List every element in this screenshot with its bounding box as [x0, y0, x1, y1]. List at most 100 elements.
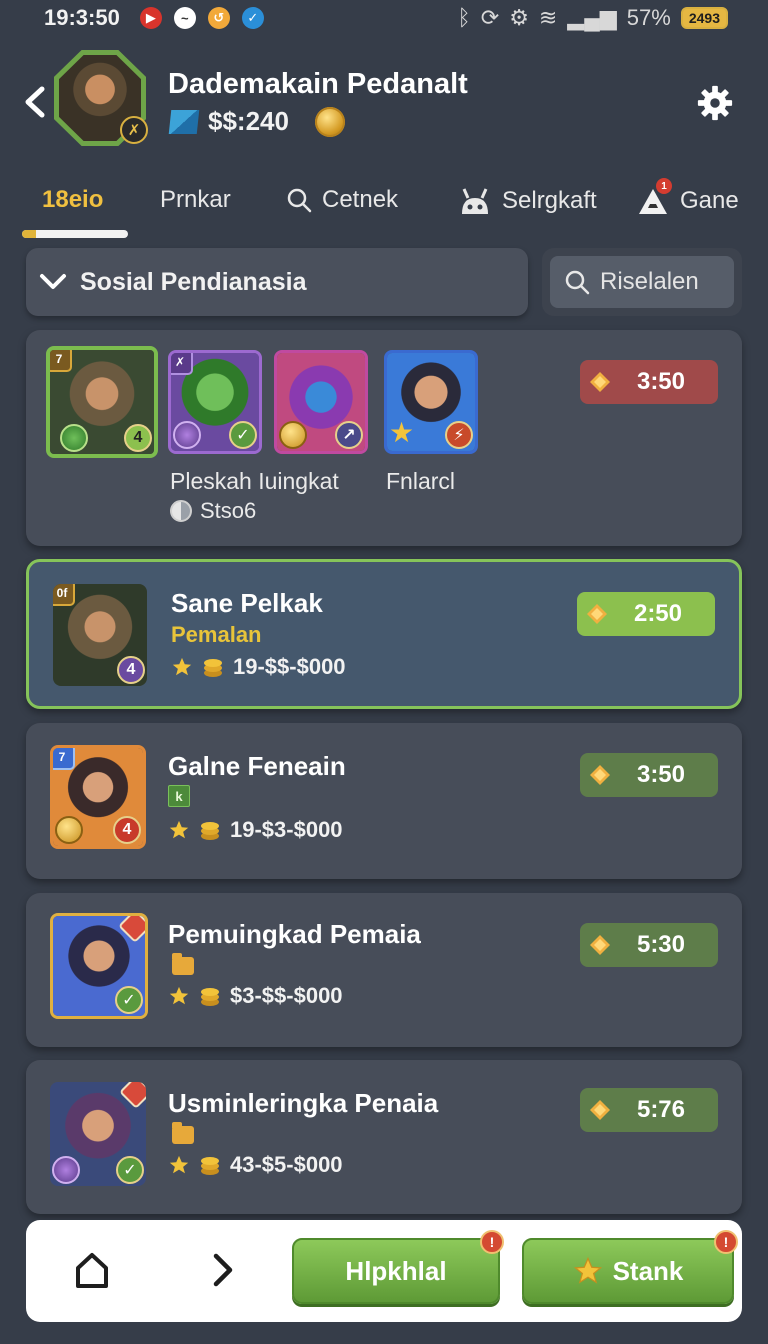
search-label: Riselalen: [600, 268, 699, 295]
star-action-button[interactable]: Stank !: [522, 1230, 738, 1304]
star-icon: [169, 986, 189, 1005]
chevron-right-icon: [213, 1253, 233, 1287]
tab-label: Cetnek: [322, 186, 399, 213]
home-button[interactable]: [74, 1250, 110, 1290]
signal-icon: ▂▄▆: [567, 5, 617, 30]
button-label: Hlpkhlal: [345, 1255, 447, 1286]
stats-value: 43-$5-$000: [230, 1152, 343, 1177]
battery-icon: 2493: [680, 7, 728, 29]
category-dropdown[interactable]: Sosial Pendianasia: [26, 248, 528, 316]
coin-badge-icon: [279, 421, 307, 449]
sync-icon: ⟳: [480, 5, 500, 30]
tab-2[interactable]: Cetnek: [286, 186, 398, 214]
gem-star-icon: [590, 1100, 610, 1120]
settings-button[interactable]: [696, 84, 734, 122]
time-value: 3:50: [636, 761, 686, 788]
card-folder: [172, 953, 194, 975]
search-icon: [565, 270, 590, 295]
card-portrait: 0f 4: [53, 584, 147, 686]
app-notification-icon: ▶: [139, 7, 162, 29]
next-button[interactable]: [208, 1250, 238, 1290]
tab-label: Gane: [680, 187, 739, 214]
lightning-badge-icon: ⚡: [445, 421, 473, 449]
status-bar: 19:3:50 ▶ ~ ↺ ✓ ᛒ ⟳ ⚙ ≋ ▂▄▆ 57% 2493: [0, 0, 768, 36]
tab-label: Prnkar: [160, 186, 231, 213]
portrait-young-hero[interactable]: ⚡ ★: [384, 350, 478, 454]
wifi-icon: ≋: [538, 5, 558, 30]
player-name: Dademakain Pedanalt: [168, 68, 468, 100]
cone-icon: 1: [636, 178, 672, 216]
player-avatar[interactable]: ✗: [54, 50, 148, 146]
card-stats: 43-$5-$000: [168, 1152, 343, 1178]
tab-label: 18eio: [42, 186, 104, 213]
tab-bar: 18eio Prnkar Cetnek Selrgkaft 1 Gane: [0, 176, 768, 238]
status-text: Stso6: [200, 498, 257, 523]
button-label: Stank: [612, 1255, 684, 1286]
time-pill[interactable]: 3:50: [580, 360, 718, 404]
group-status: Stso6: [170, 498, 256, 524]
battery-percent: 57%: [626, 5, 671, 30]
list-item[interactable]: ✓ Pemuingkad Pemaia $3-$$-$000 5:30: [26, 893, 742, 1047]
time-pill[interactable]: 5:30: [580, 923, 718, 967]
gem-badge-icon: [173, 421, 201, 449]
group-card[interactable]: 7 4 ✗ ✓ ↗ ⚡ ★ Pleskah Iuingkat Fnlarcl S…: [26, 330, 742, 546]
level-badge: 4: [124, 424, 152, 452]
portrait-masked[interactable]: ↗: [274, 350, 368, 454]
tab-badge: 1: [656, 178, 672, 194]
coin-icon[interactable]: [314, 106, 345, 137]
tab-3[interactable]: Selrgkaft: [458, 186, 597, 216]
card-title: Usminleringka Penaia: [168, 1088, 439, 1118]
star-icon: [169, 820, 189, 839]
group-member-names: Pleskah Iuingkat: [170, 468, 339, 494]
alert-badge-icon: !: [714, 1230, 738, 1254]
messenger-notification-icon: ~: [173, 7, 196, 29]
search-button[interactable]: Riselalen: [550, 256, 734, 308]
gem-star-icon: [587, 604, 607, 624]
half-circle-icon: [170, 500, 192, 522]
search-box[interactable]: Riselalen: [542, 248, 742, 316]
portrait-hooded[interactable]: 7 4: [46, 346, 158, 458]
stats-value: $3-$$-$000: [230, 983, 343, 1008]
time-pill[interactable]: 3:50: [580, 753, 718, 797]
star-icon: [169, 1155, 189, 1174]
time-pill[interactable]: 2:50: [577, 592, 715, 636]
stats-value: 19-$3-$000: [230, 817, 343, 842]
status-time: 19:3:50: [44, 5, 120, 30]
game-notification-icon: ↺: [207, 7, 230, 29]
coin-badge-icon: [55, 816, 83, 844]
card-tag: k: [168, 785, 190, 807]
time-value: 2:50: [633, 600, 683, 627]
tab-4[interactable]: 1 Gane: [636, 178, 739, 216]
robot-icon: [462, 188, 488, 214]
rank-badge-icon: ✗: [120, 116, 148, 144]
class-badge-icon: 7: [53, 748, 75, 770]
time-value: 5:76: [636, 1096, 686, 1123]
home-icon: [76, 1253, 108, 1288]
coins-icon: [201, 822, 219, 840]
portrait-green-warrior[interactable]: ✗ ✓: [168, 350, 262, 454]
time-pill[interactable]: 5:76: [580, 1088, 718, 1132]
upgrade-badge-icon: ✓: [116, 1156, 144, 1184]
tab-1[interactable]: Prnkar: [160, 186, 231, 214]
chevron-down-icon: [40, 274, 66, 289]
alert-badge-icon: !: [480, 1230, 504, 1254]
bottom-action-bar: Hlpkhlal ! Stank !: [26, 1220, 742, 1322]
list-item[interactable]: 0f 4 Sane Pelkak Pemalan 19-$$-$000 2:50: [26, 559, 742, 709]
tab-label: Selrgkaft: [502, 187, 597, 214]
list-item[interactable]: 7 4 Galne Feneain k 19-$3-$000 3:50: [26, 723, 742, 879]
folder-icon: [172, 953, 194, 975]
arrow-badge-icon: ↗: [335, 421, 363, 449]
currency-row: $$:240: [168, 106, 345, 137]
gem-star-icon: [590, 935, 610, 955]
primary-action-button[interactable]: Hlpkhlal !: [292, 1230, 504, 1304]
coins-icon: [204, 659, 222, 677]
status-indicators: ᛒ ⟳ ⚙ ≋ ▂▄▆ 57% 2493: [458, 5, 728, 31]
card-stats: 19-$$-$000: [171, 654, 346, 680]
list-item[interactable]: ✓ Usminleringka Penaia 43-$5-$000 5:76: [26, 1060, 742, 1214]
card-subtitle: Pemalan: [171, 622, 262, 647]
back-button[interactable]: [18, 82, 52, 122]
dropdown-label: Sosial Pendianasia: [80, 267, 307, 296]
tab-0[interactable]: 18eio: [42, 186, 103, 214]
card-portrait: ✓: [50, 1082, 146, 1186]
class-badge-icon: ✗: [171, 353, 193, 375]
